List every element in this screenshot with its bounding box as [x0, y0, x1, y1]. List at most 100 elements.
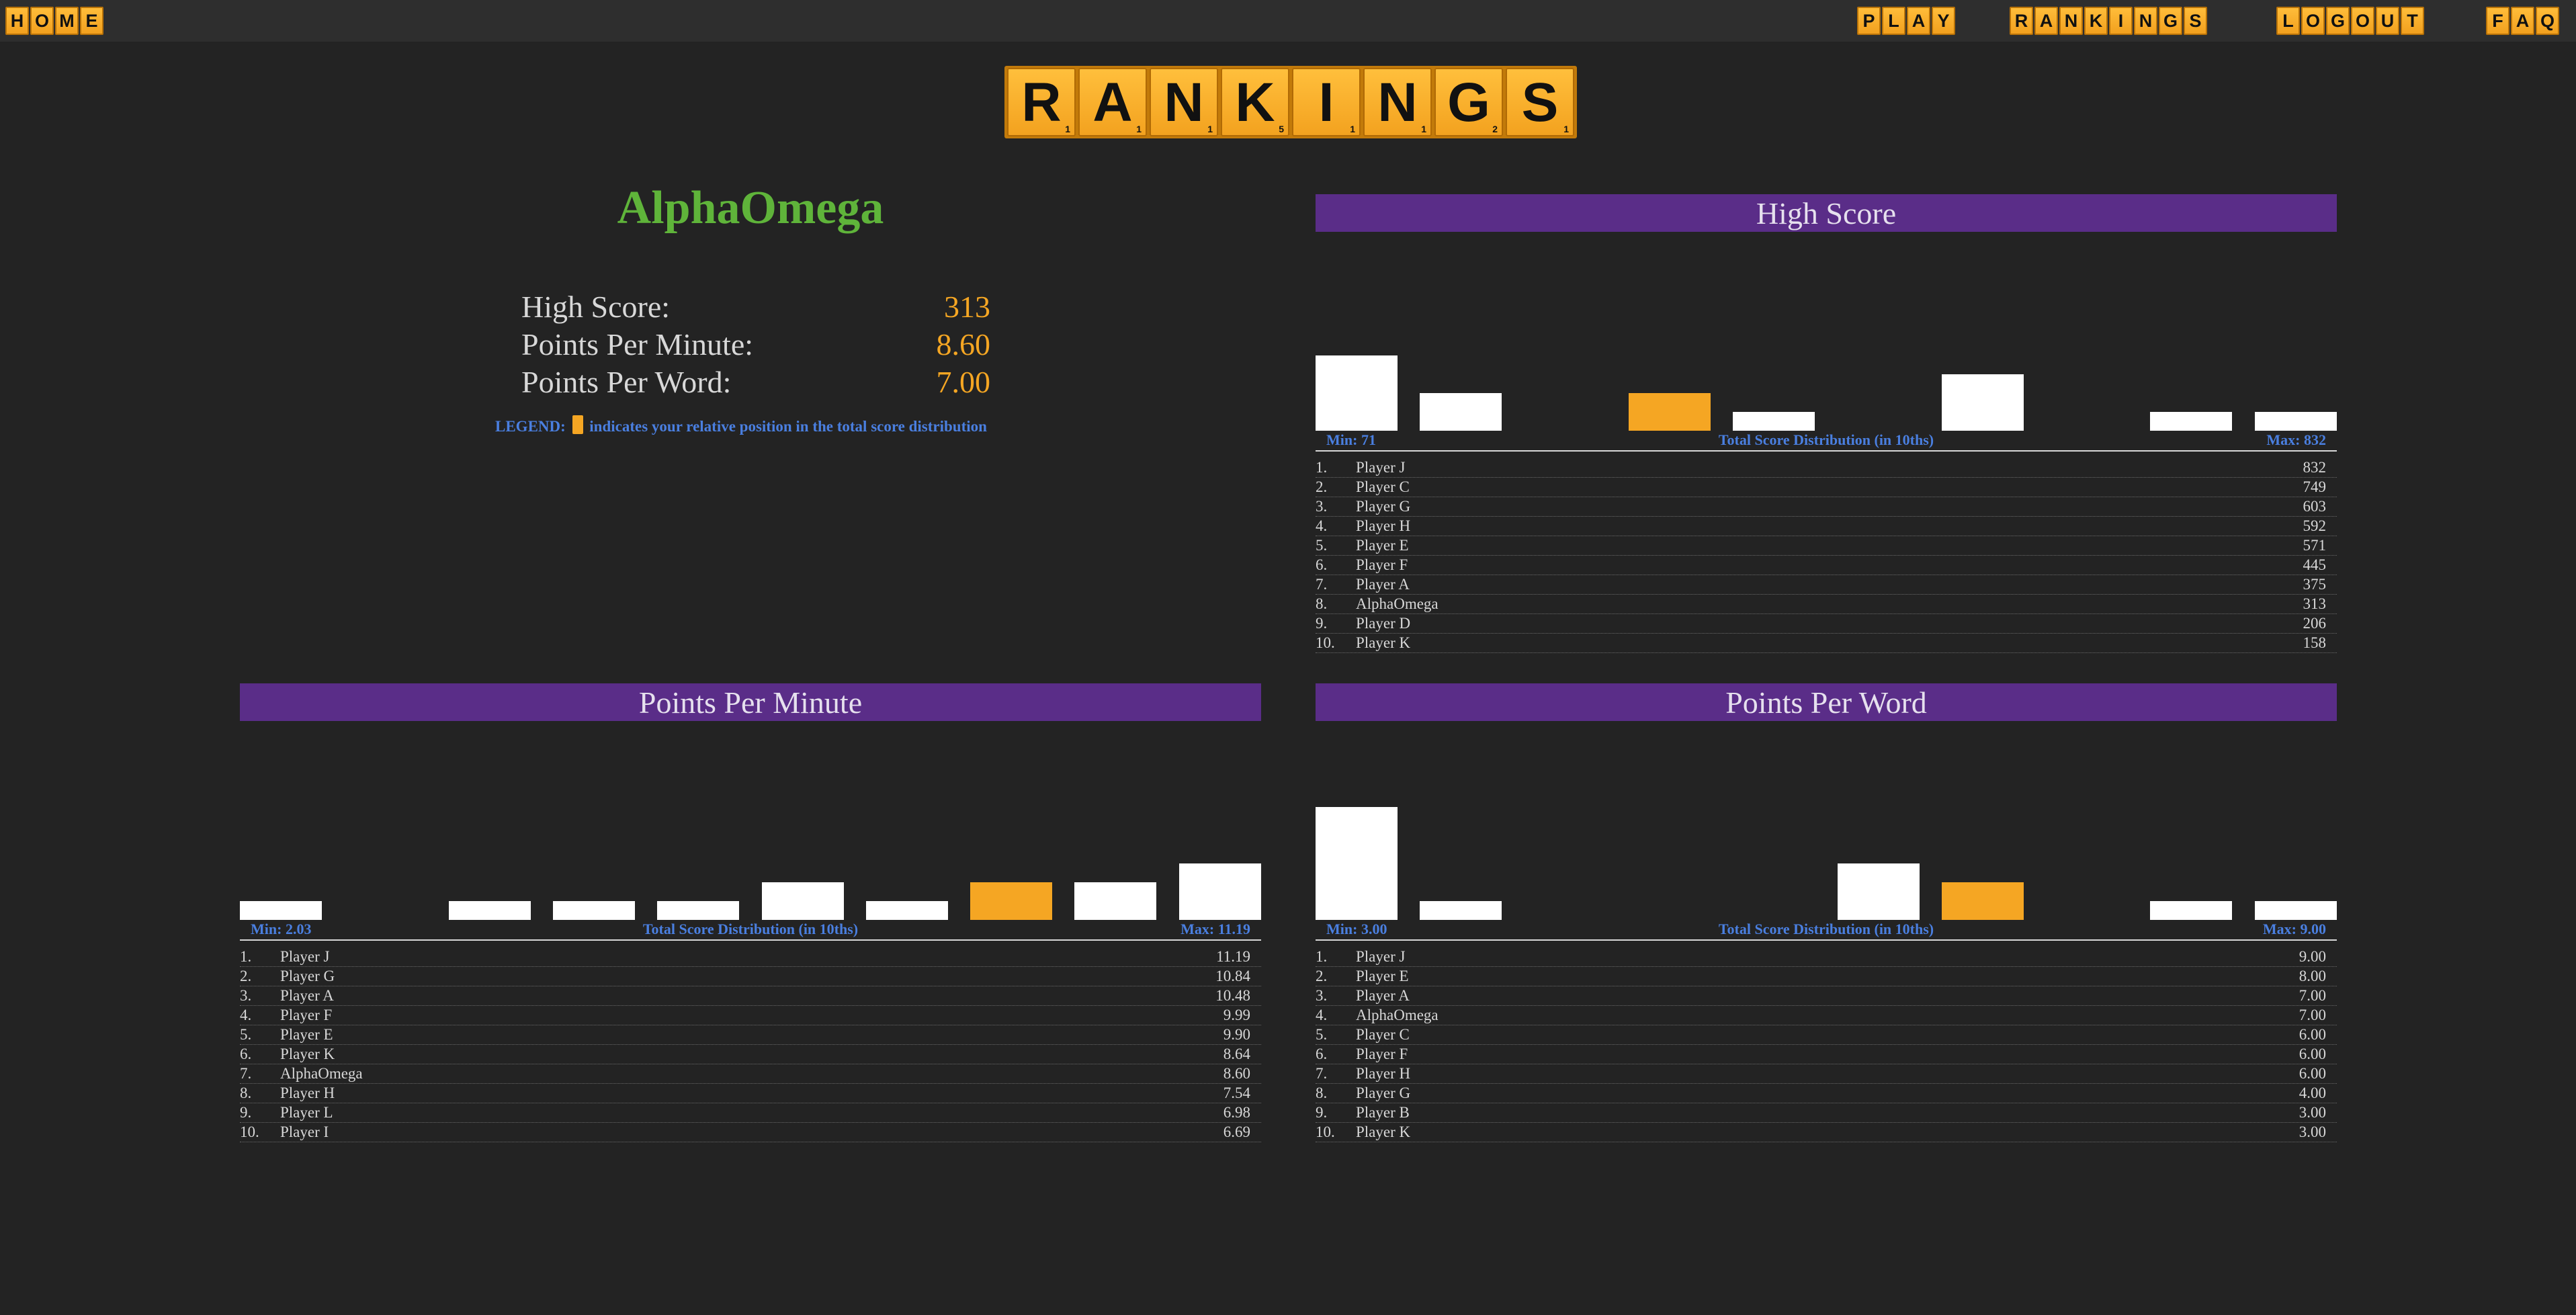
axis-title: Total Score Distribution (in 10ths)	[1718, 921, 1934, 937]
rank-number: 1.	[1316, 459, 1328, 476]
rank-number: 10.	[240, 1123, 259, 1140]
points-per-minute-panel: Points Per Minute Min: 2.03 Total Score Di…	[240, 683, 1261, 1142]
player-score: 832	[2303, 459, 2327, 476]
player-name: Player G	[1356, 498, 1411, 515]
ranking-row: 5. Player E 9.90	[240, 1025, 1261, 1045]
letter-tile: E	[80, 7, 103, 35]
histogram-bar	[761, 882, 844, 920]
player-name: Player D	[1356, 615, 1411, 632]
title-letter-tile: I1	[1292, 68, 1361, 136]
player-name: Player F	[1356, 1046, 1408, 1062]
player-score: 9.90	[1223, 1026, 1250, 1043]
histogram-bar-current	[970, 882, 1053, 920]
ranking-row: 10. Player K 3.00	[1316, 1123, 2337, 1142]
ranking-row: 5. Player E 571	[1316, 536, 2337, 556]
player-score: 8.60	[1223, 1065, 1250, 1082]
home-button[interactable]: HOME	[5, 7, 105, 36]
ranking-row: 3. Player A 7.00	[1316, 986, 2337, 1006]
ranking-row: 1. Player J 11.19	[240, 947, 1261, 967]
rank-number: 2.	[1316, 968, 1328, 984]
rank-number: 4.	[240, 1007, 252, 1023]
player-name: Player K	[1356, 1123, 1411, 1140]
rank-number: 9.	[1316, 615, 1328, 632]
ranking-row: 10. Player I 6.69	[240, 1123, 1261, 1142]
player-score: 3.00	[2299, 1104, 2326, 1121]
player-name: Player E	[280, 1026, 333, 1043]
rank-number: 1.	[240, 948, 252, 965]
stat-high-score: High Score: 313	[521, 289, 990, 327]
rankings-button[interactable]: RANKINGS	[2010, 7, 2208, 36]
faq-button[interactable]: FAQ	[2486, 7, 2561, 36]
rank-number: 2.	[240, 968, 252, 984]
histogram-axis: Min: 71 Total Score Distribution (in 10th…	[1316, 431, 2337, 452]
histogram-bar	[1837, 863, 1920, 920]
high-score-panel: High Score Min: 71 Total Score Distributio…	[1316, 194, 2337, 653]
player-score: 8.64	[1223, 1046, 1250, 1062]
histogram-bar	[448, 901, 531, 920]
player-score: 445	[2303, 556, 2327, 573]
stat-value: 8.60	[936, 327, 991, 362]
letter-tile: L	[2276, 7, 2300, 35]
player-score: 9.99	[1223, 1007, 1250, 1023]
tile-score: 1	[1065, 124, 1070, 134]
rank-number: 5.	[1316, 1026, 1328, 1043]
letter-tile: M	[55, 7, 79, 35]
ranking-row: 2. Player G 10.84	[240, 967, 1261, 986]
histogram-bar	[1316, 807, 1398, 920]
player-score: 7.54	[1223, 1085, 1250, 1101]
player-score: 3.00	[2299, 1123, 2326, 1140]
histogram-bar	[1316, 355, 1398, 431]
histogram-bar	[657, 901, 740, 920]
panel-title: Points Per Minute	[240, 683, 1261, 721]
ranking-row: 4. Player H 592	[1316, 517, 2337, 536]
page-title-tiles: R1A1N1K5I1N1G2S1	[1004, 66, 1577, 138]
player-score: 4.00	[2299, 1085, 2326, 1101]
player-name: AlphaOmega	[1356, 595, 1439, 612]
player-score: 592	[2303, 517, 2327, 534]
rank-number: 6.	[1316, 1046, 1328, 1062]
title-letter-tile: N1	[1150, 68, 1218, 136]
play-button[interactable]: PLAY	[1857, 7, 1957, 36]
player-name: Player E	[1356, 968, 1409, 984]
axis-title: Total Score Distribution (in 10ths)	[1718, 431, 1934, 448]
player-score: 206	[2303, 615, 2327, 632]
player-score: 603	[2303, 498, 2327, 515]
ranking-row: 8. Player H 7.54	[240, 1084, 1261, 1103]
histogram-bar	[2150, 901, 2233, 920]
tile-score: 1	[1421, 124, 1426, 134]
histogram-bar	[2254, 901, 2337, 920]
letter-tile: A	[1907, 7, 1930, 35]
tile-letter: I	[1318, 72, 1334, 133]
ranking-row: 7. Player H 6.00	[1316, 1064, 2337, 1084]
player-score: 6.69	[1223, 1123, 1250, 1140]
player-score: 6.98	[1223, 1104, 1250, 1121]
player-score: 6.00	[2299, 1046, 2326, 1062]
logout-button[interactable]: LOGOUT	[2276, 7, 2425, 36]
player-score: 6.00	[2299, 1026, 2326, 1043]
player-name: Player H	[280, 1085, 335, 1101]
letter-tile: O	[2301, 7, 2325, 35]
letter-tile: A	[2511, 7, 2534, 35]
histogram-bar-current	[1628, 393, 1711, 431]
axis-title: Total Score Distribution (in 10ths)	[642, 921, 859, 937]
tile-score: 5	[1279, 124, 1284, 134]
histogram-bar	[1420, 901, 1502, 920]
histogram-bar-current	[1941, 882, 2024, 920]
histogram-axis: Min: 3.00 Total Score Distribution (in 10…	[1316, 920, 2337, 941]
tile-letter: G	[1447, 72, 1490, 133]
player-name: Player K	[280, 1046, 335, 1062]
ranking-row: 1. Player J 832	[1316, 458, 2337, 478]
player-name: Player F	[280, 1007, 333, 1023]
letter-tile: T	[2401, 7, 2424, 35]
tile-letter: N	[1164, 72, 1204, 133]
histogram-bar	[1074, 882, 1157, 920]
player-name: Player E	[1356, 537, 1409, 554]
panel-title: Points Per Word	[1316, 683, 2337, 721]
stat-label: Points Per Minute:	[521, 327, 754, 362]
ranking-row: 6. Player F 6.00	[1316, 1045, 2337, 1064]
player-score: 375	[2303, 576, 2327, 593]
stat-points-per-minute: Points Per Minute: 8.60	[521, 327, 990, 364]
letter-tile: N	[2059, 7, 2083, 35]
histogram-bar	[1178, 863, 1261, 920]
rank-number: 9.	[1316, 1104, 1328, 1121]
